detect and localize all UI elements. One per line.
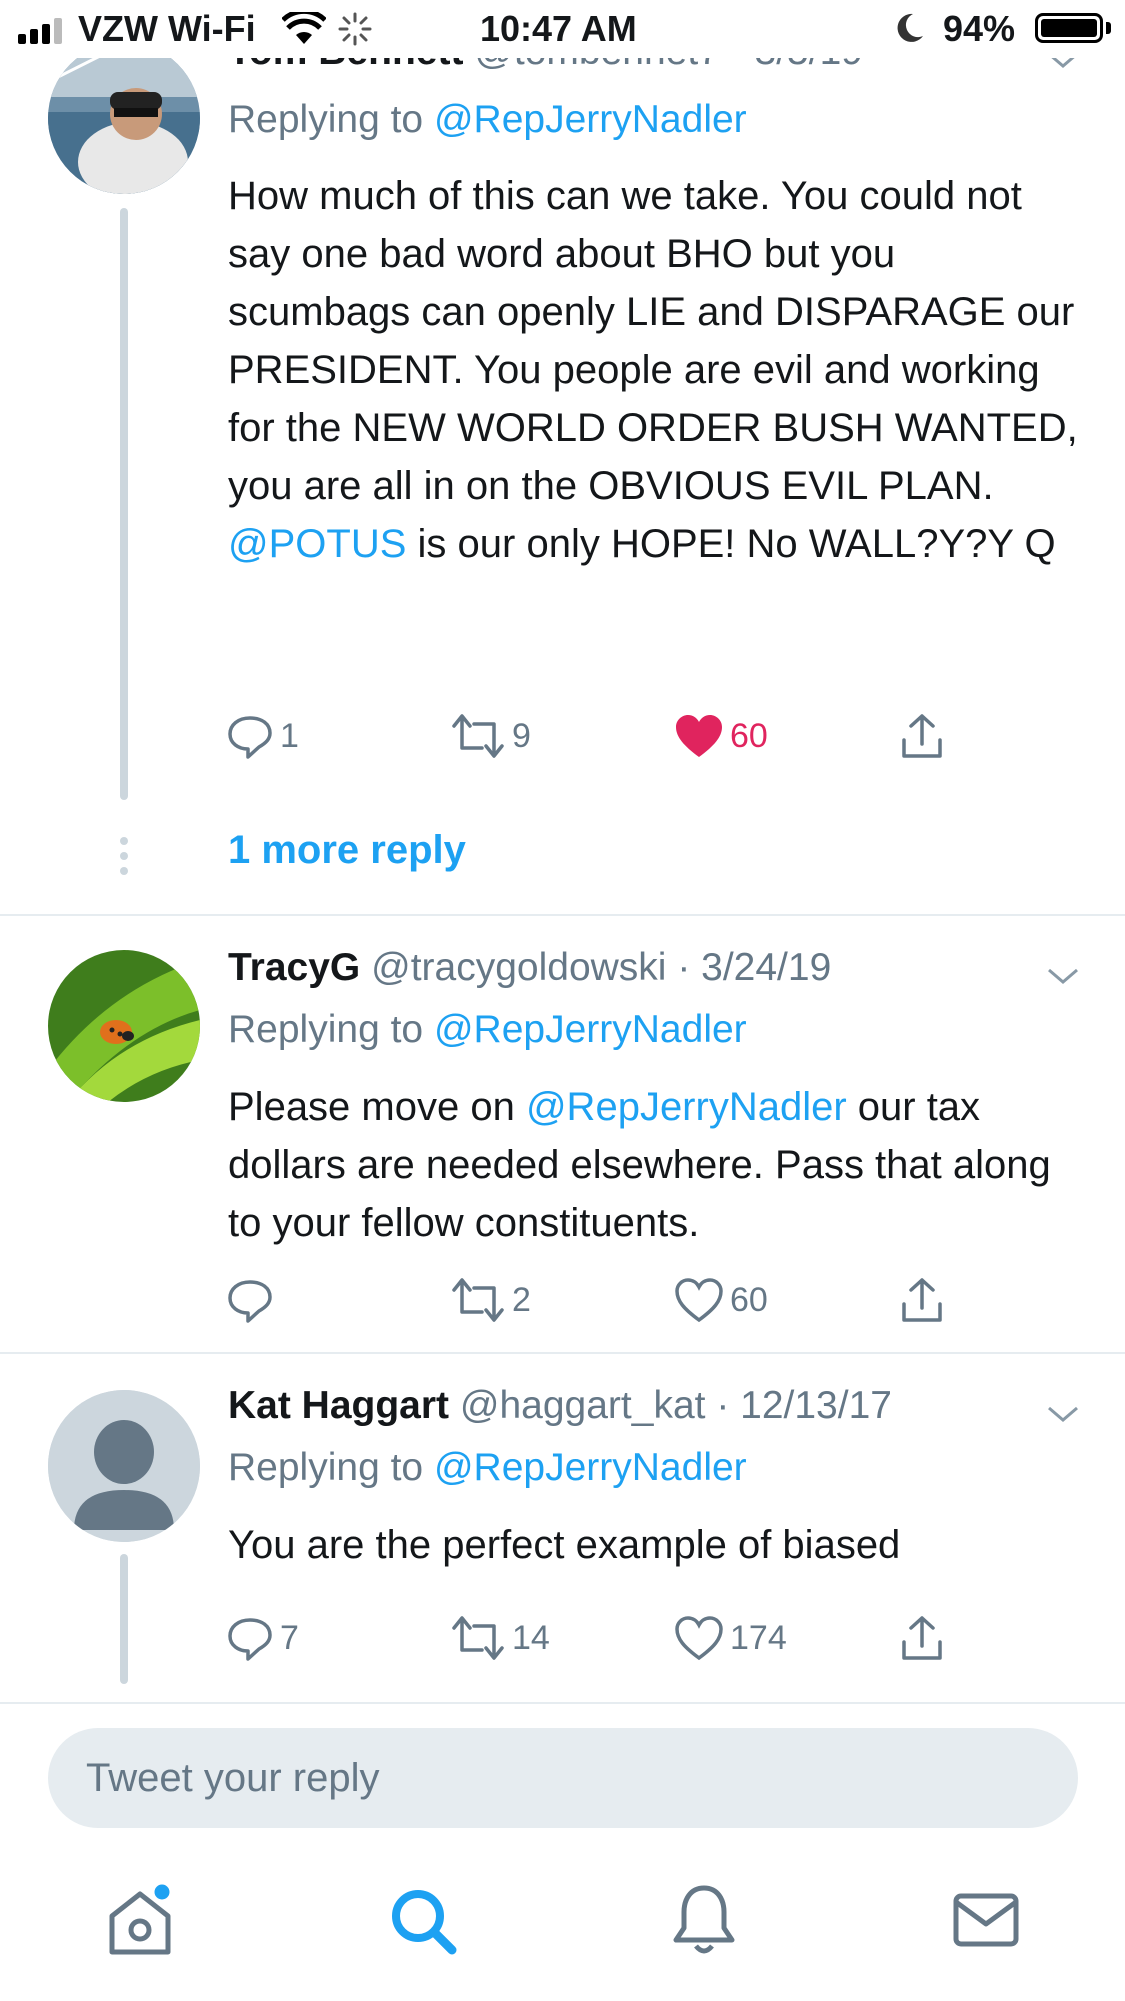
author-name[interactable]: TracyG <box>228 946 360 989</box>
retweet-count: 14 <box>512 1618 550 1657</box>
author-handle[interactable]: @haggart_kat <box>460 1384 706 1427</box>
reply-button[interactable] <box>226 1270 280 1330</box>
tweet-text: How much of this can we take. You could … <box>228 174 1078 566</box>
default-avatar[interactable] <box>48 1390 200 1542</box>
do-not-disturb-icon <box>897 13 923 42</box>
retweet-button[interactable]: 14 <box>450 1608 550 1668</box>
clock: 10:47 AM <box>480 8 637 49</box>
status-bar: VZW Wi-Fi 10:47 AM 94% <box>0 0 1125 58</box>
tweet[interactable]: Kat Haggart @haggart_kat · 12/13/17 Repl… <box>0 1354 1125 1704</box>
like-button[interactable]: 174 <box>674 1608 787 1668</box>
reply-button[interactable]: 7 <box>226 1608 299 1668</box>
reply-count: 7 <box>280 1618 299 1657</box>
like-count: 60 <box>730 716 768 755</box>
retweet-count: 9 <box>512 716 531 755</box>
tweet-text: You are the perfect example of biased <box>228 1523 901 1567</box>
tweet-actions: 7 14 174 <box>226 1608 986 1668</box>
like-count: 60 <box>730 1280 768 1319</box>
reply-icon <box>228 1618 272 1661</box>
tweet-actions: 1 9 60 <box>226 706 986 766</box>
reply-button[interactable]: 1 <box>226 706 299 766</box>
battery-tip <box>1106 22 1111 34</box>
retweet-button[interactable]: 2 <box>450 1270 531 1330</box>
notifications-icon[interactable] <box>664 1880 744 1960</box>
author-name[interactable]: Kat Haggart <box>228 1384 449 1427</box>
share-icon <box>902 714 942 758</box>
tweet[interactable]: Tom Bennett @tombennet7 · 3/5/19 Replyin… <box>0 0 1125 915</box>
heart-icon <box>675 1278 723 1323</box>
tweet-header: Kat Haggart @haggart_kat · 12/13/17 <box>228 1384 892 1427</box>
share-icon <box>902 1278 942 1322</box>
share-button[interactable] <box>898 1270 946 1330</box>
replying-to-link[interactable]: @RepJerryNadler <box>434 98 747 141</box>
tweet-text: Please move on @RepJerryNadler our tax d… <box>228 1085 1051 1245</box>
replying-to: Replying to @RepJerryNadler <box>228 1446 747 1489</box>
retweet-icon <box>452 1616 504 1660</box>
chevron-down-icon[interactable] <box>1045 1402 1081 1426</box>
replying-to-link[interactable]: @RepJerryNadler <box>434 1446 747 1489</box>
messages-icon[interactable] <box>946 1880 1026 1960</box>
like-button[interactable]: 60 <box>674 706 768 766</box>
retweet-button[interactable]: 9 <box>450 706 531 766</box>
replying-to: Replying to @RepJerryNadler <box>228 1008 747 1051</box>
retweet-icon <box>452 1278 504 1322</box>
like-count: 174 <box>730 1618 787 1657</box>
divider <box>0 1702 1125 1704</box>
battery-percentage: 94% <box>943 8 1016 49</box>
thread-line <box>120 1554 128 1684</box>
thread-line <box>120 208 128 800</box>
home-icon[interactable] <box>100 1880 180 1960</box>
reply-input[interactable]: Tweet your reply <box>48 1728 1078 1828</box>
chevron-down-icon[interactable] <box>1045 964 1081 988</box>
replying-to: Replying to @RepJerryNadler <box>228 98 747 141</box>
tweet-date: 12/13/17 <box>740 1384 892 1427</box>
author-handle[interactable]: @tracygoldowski <box>371 946 666 989</box>
avatar[interactable] <box>48 950 200 1102</box>
activity-spinner-icon <box>338 12 372 46</box>
retweet-icon <box>452 714 504 758</box>
reply-icon <box>228 1280 272 1323</box>
like-button[interactable]: 60 <box>674 1270 768 1330</box>
reply-count: 1 <box>280 716 299 755</box>
thread-dots-icon <box>120 837 128 875</box>
heart-icon <box>675 1616 723 1661</box>
wifi-icon <box>282 12 326 44</box>
mention-link[interactable]: @POTUS <box>228 522 406 566</box>
avatar[interactable] <box>48 42 200 194</box>
share-button[interactable] <box>898 706 946 766</box>
replying-to-link[interactable]: @RepJerryNadler <box>434 1008 747 1051</box>
share-icon <box>902 1616 942 1660</box>
retweet-count: 2 <box>512 1280 531 1319</box>
show-more-replies-link[interactable]: 1 more reply <box>228 828 466 873</box>
carrier-label: VZW Wi-Fi <box>78 8 256 49</box>
reply-icon <box>228 716 272 759</box>
share-button[interactable] <box>898 1608 946 1668</box>
battery-icon <box>1035 13 1103 43</box>
search-icon[interactable] <box>382 1880 462 1960</box>
tweet[interactable]: TracyG @tracygoldowski · 3/24/19 Replyin… <box>0 916 1125 1352</box>
tab-bar <box>0 1850 1125 2001</box>
heart-filled-icon <box>676 715 722 757</box>
mention-link[interactable]: @RepJerryNadler <box>526 1085 847 1129</box>
tweet-date: 3/24/19 <box>701 946 832 989</box>
cellular-signal-icon <box>18 18 62 44</box>
tweet-actions: 2 60 <box>226 1270 986 1330</box>
tweet-header: TracyG @tracygoldowski · 3/24/19 <box>228 946 832 989</box>
reply-placeholder: Tweet your reply <box>86 1756 380 1800</box>
